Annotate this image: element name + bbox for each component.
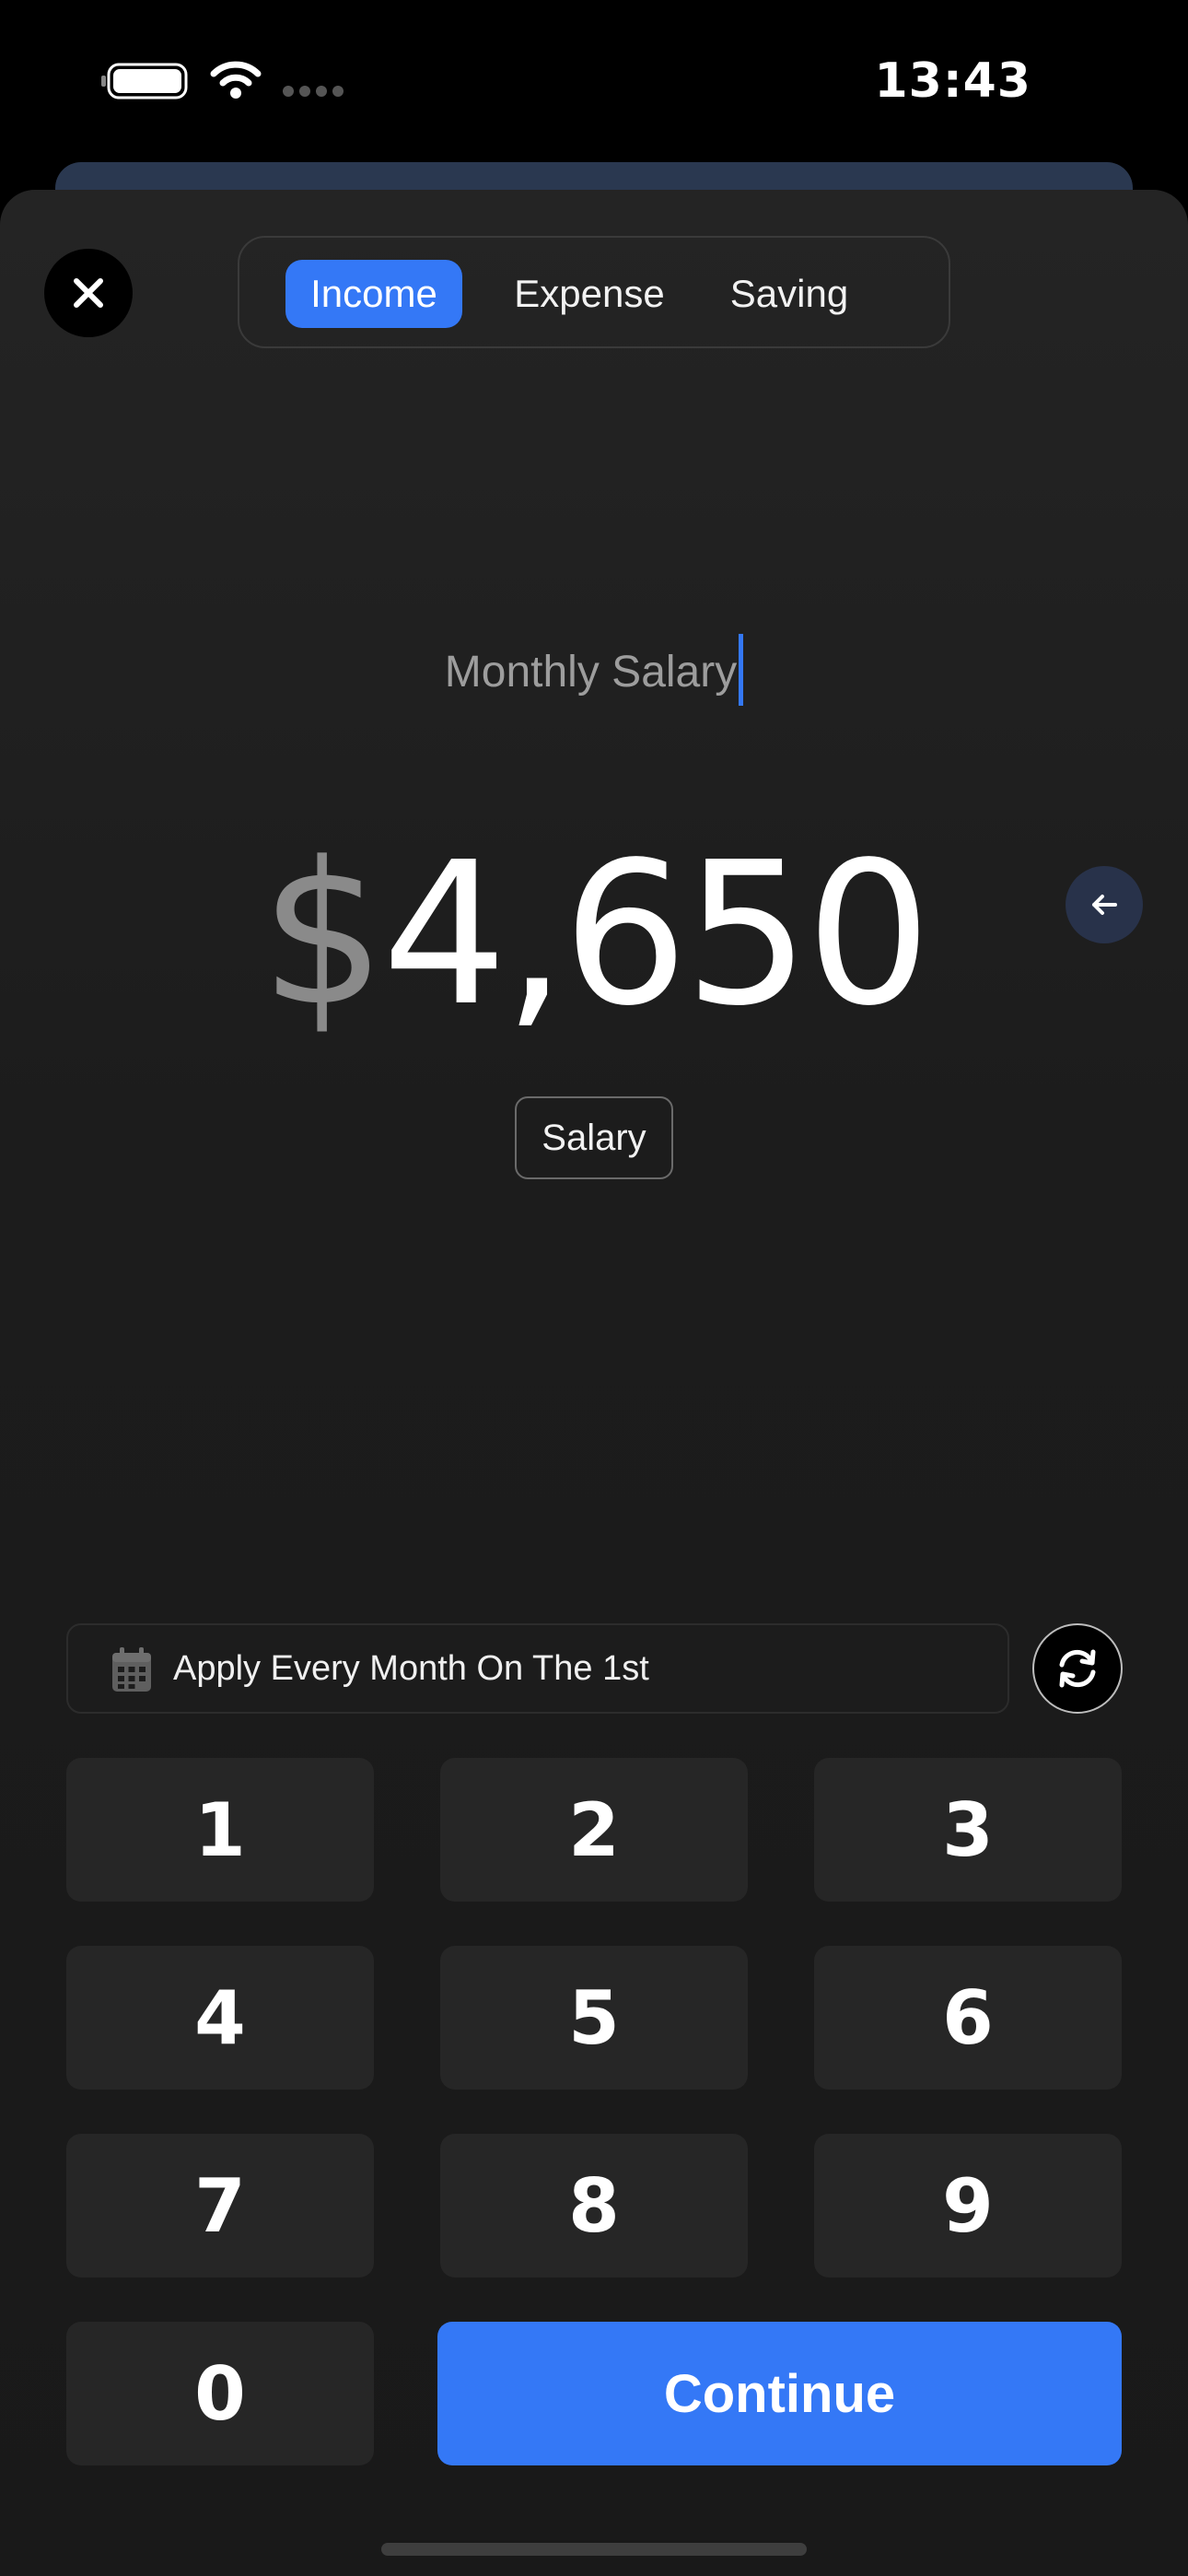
tab-expense[interactable]: Expense [507, 260, 672, 328]
schedule-field[interactable]: Apply Every Month On The 1st [66, 1623, 1009, 1714]
close-button[interactable] [44, 249, 133, 337]
wifi-icon [210, 61, 262, 99]
backspace-button[interactable] [1066, 866, 1143, 943]
key-1[interactable]: 1 [66, 1758, 374, 1902]
amount-display: $4,650 [0, 829, 1188, 1041]
title-input-text: Monthly Salary [444, 648, 738, 697]
key-2[interactable]: 2 [440, 1758, 748, 1902]
key-4[interactable]: 4 [66, 1946, 374, 2090]
close-icon [74, 278, 103, 308]
refresh-icon [1059, 1649, 1096, 1688]
key-8[interactable]: 8 [440, 2134, 748, 2277]
key-0[interactable]: 0 [66, 2322, 374, 2465]
tab-income[interactable]: Income [285, 260, 462, 328]
signal-icon [283, 86, 344, 97]
currency-symbol: $ [260, 820, 386, 1049]
tab-saving[interactable]: Saving [720, 260, 858, 328]
continue-button[interactable]: Continue [437, 2322, 1122, 2465]
text-cursor [739, 634, 744, 707]
battery-icon [101, 63, 188, 100]
calendar-icon [112, 1647, 151, 1692]
title-input[interactable]: Monthly Salary [0, 634, 1188, 709]
key-9[interactable]: 9 [814, 2134, 1122, 2277]
key-3[interactable]: 3 [814, 1758, 1122, 1902]
home-indicator [381, 2543, 807, 2556]
key-5[interactable]: 5 [440, 1946, 748, 2090]
key-7[interactable]: 7 [66, 2134, 374, 2277]
status-time: 13:43 [874, 53, 1031, 109]
status-bar: 13:43 [0, 0, 1188, 166]
key-6[interactable]: 6 [814, 1946, 1122, 2090]
arrow-left-icon [1092, 895, 1117, 915]
category-chip[interactable]: Salary [515, 1096, 673, 1179]
amount-value: 4,650 [381, 820, 932, 1049]
schedule-label: Apply Every Month On The 1st [173, 1649, 649, 1688]
type-segmented-control: Income Expense Saving [238, 236, 950, 348]
repeat-button[interactable] [1032, 1623, 1123, 1714]
